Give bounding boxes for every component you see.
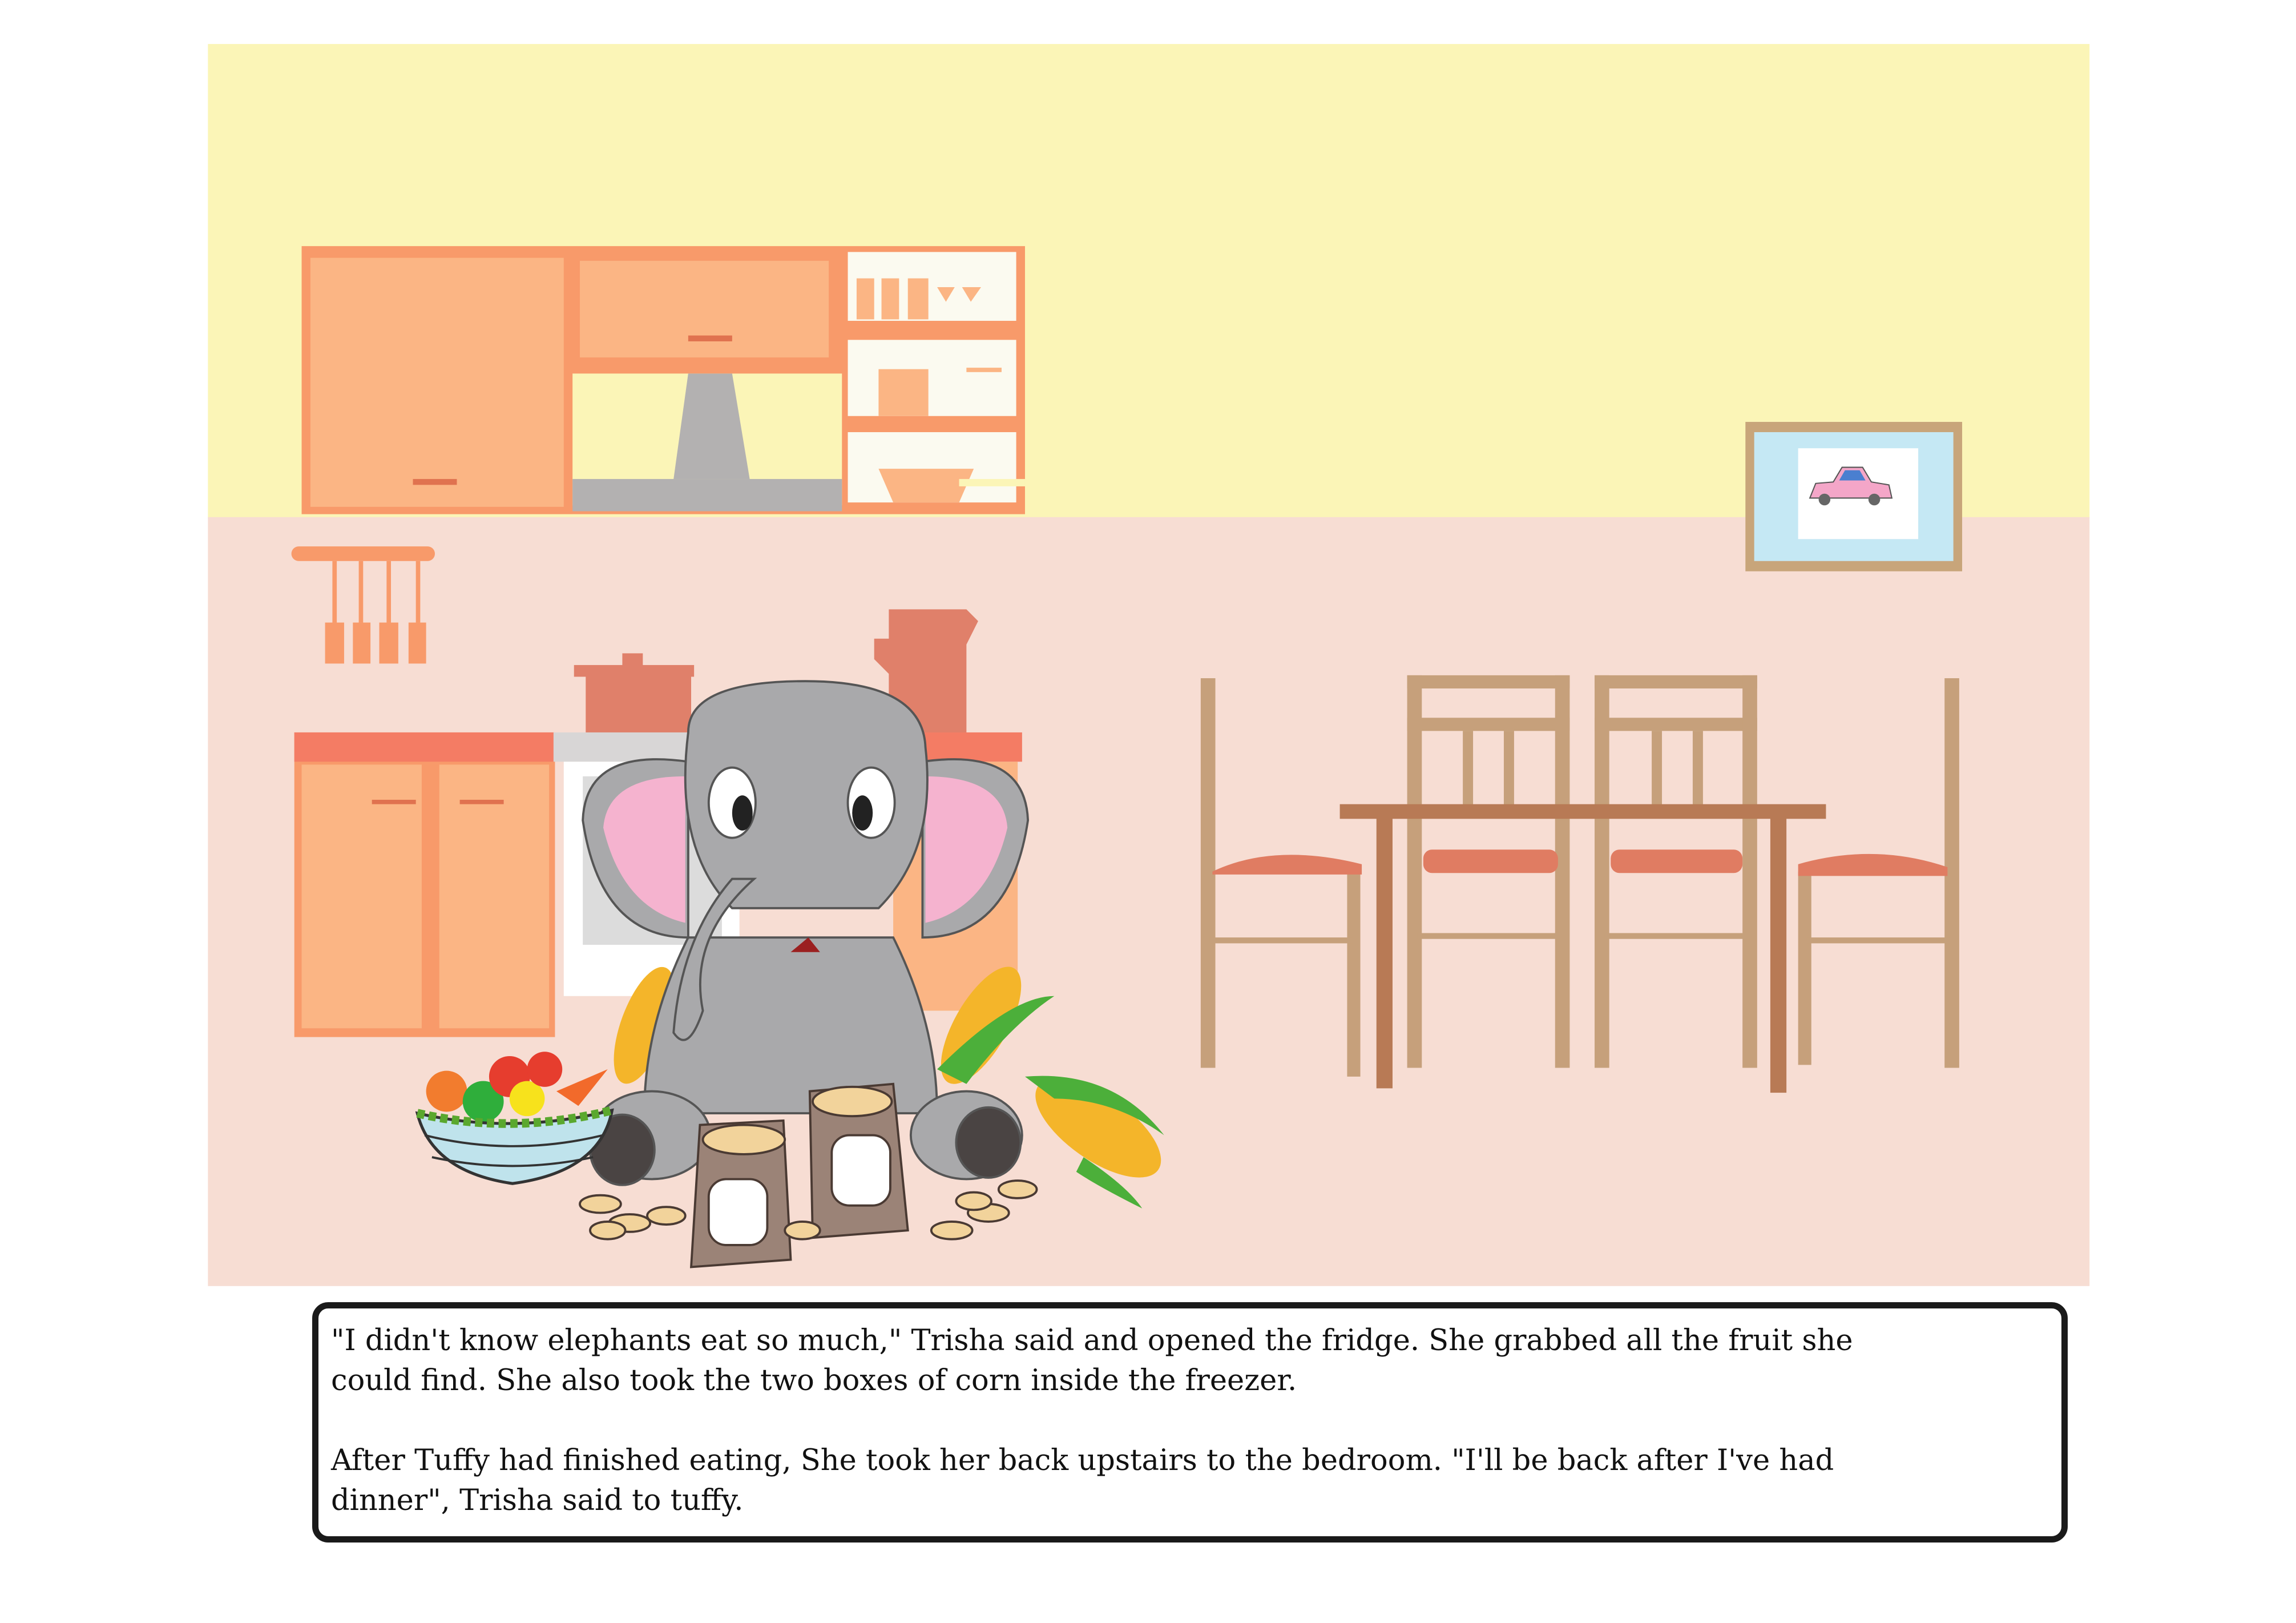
upper-cabinets <box>301 246 1025 514</box>
story-line: After Tuffy had finished eating, She too… <box>331 1444 1834 1477</box>
story-text-box: "I didn't know elephants eat so much," T… <box>312 1302 2068 1543</box>
story-paragraph-2: After Tuffy had finished eating, She too… <box>331 1441 2061 1521</box>
story-paragraph-1: "I didn't know elephants eat so much," T… <box>331 1321 2061 1401</box>
pot <box>586 668 692 732</box>
story-line: dinner", Trisha said to tuffy. <box>331 1484 744 1517</box>
story-line: could find. She also took the two boxes … <box>331 1364 1297 1398</box>
wall-picture-car <box>1745 422 1963 571</box>
story-line: "I didn't know elephants eat so much," T… <box>331 1324 1853 1358</box>
